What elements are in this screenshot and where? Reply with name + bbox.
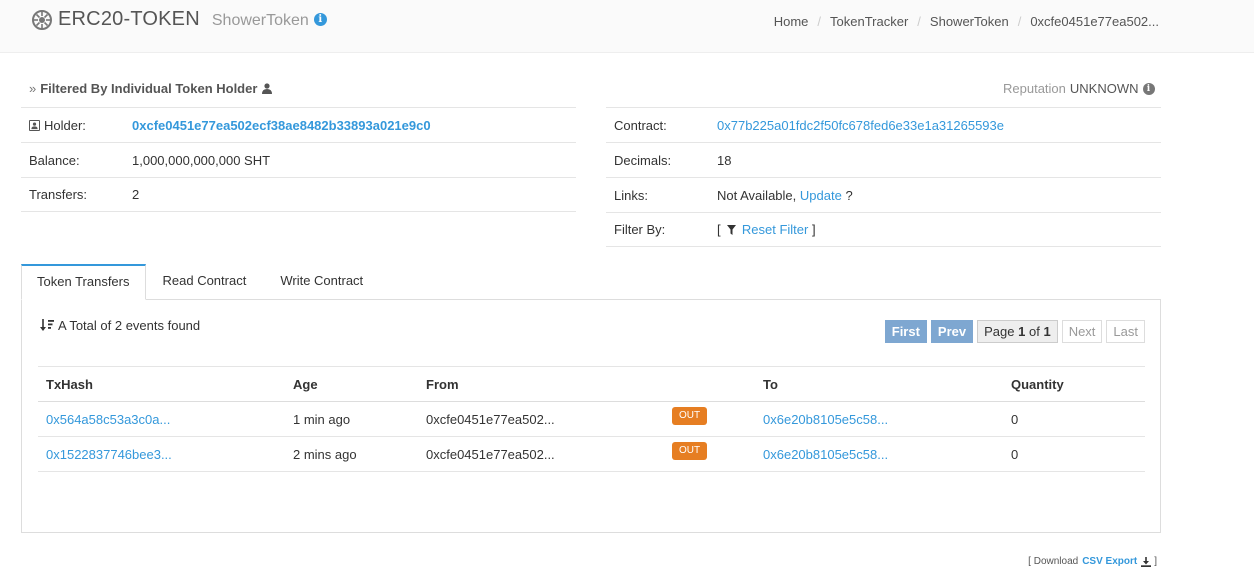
- balance-value: 1,000,000,000,000 SHT: [132, 152, 271, 168]
- top-header: ERC20-TOKEN ShowerToken i Home / TokenTr…: [0, 0, 1254, 53]
- balance-row: Balance: 1,000,000,000,000 SHT: [21, 142, 576, 177]
- prev-page-button[interactable]: Prev: [930, 320, 974, 343]
- direction-badge: OUT: [672, 406, 708, 425]
- token-brand: ERC20-TOKEN ShowerToken i: [32, 8, 327, 31]
- user-icon: [262, 83, 273, 94]
- column-header-to: To: [755, 366, 1003, 402]
- holder-address-link[interactable]: 0xcfe0451e77ea502ecf38ae8482b33893a021e9…: [132, 118, 431, 133]
- links-text: Not Available,: [717, 187, 797, 203]
- column-header-age: Age: [285, 366, 418, 402]
- direction-badge: OUT: [672, 441, 708, 460]
- last-page-button[interactable]: Last: [1106, 320, 1145, 343]
- update-link[interactable]: Update: [800, 188, 842, 203]
- events-count-text: A Total of 2 events found: [58, 318, 201, 333]
- current-page: 1: [1018, 324, 1026, 339]
- holder-row: Holder: 0xcfe0451e77ea502ecf38ae8482b338…: [21, 107, 576, 142]
- transfers-label: Transfers:: [29, 187, 88, 202]
- quantity-cell: 0: [1003, 401, 1145, 437]
- pagination: First Prev Page 1 of 1 Next Last: [884, 320, 1145, 343]
- bracket-close: ]: [811, 222, 816, 237]
- token-transfers-panel: A Total of 2 events found First Prev Pag…: [21, 299, 1161, 533]
- double-chevron-right-icon: »: [29, 81, 37, 96]
- decimals-row: Decimals: 18: [606, 142, 1161, 177]
- tab-bar: Token Transfers Read Contract Write Cont…: [21, 264, 380, 300]
- csv-suffix: ]: [1154, 556, 1157, 567]
- breadcrumb-separator: /: [917, 14, 921, 29]
- page-title: ERC20-TOKEN: [58, 8, 200, 30]
- holder-label: Holder:: [44, 117, 86, 133]
- txhash-link[interactable]: 0x1522837746bee3...: [46, 447, 172, 462]
- to-address-link[interactable]: 0x6e20b8105e5c58...: [763, 412, 888, 427]
- reputation-label: Reputation: [1003, 81, 1066, 96]
- decimals-label: Decimals:: [614, 152, 672, 168]
- filterby-row: Filter By: [ Reset Filter ]: [606, 212, 1161, 247]
- contract-row: Contract: 0x77b225a01fdc2f50fc678fed6e33…: [606, 107, 1161, 142]
- tab-write-contract[interactable]: Write Contract: [263, 264, 380, 300]
- token-name: ShowerToken: [211, 11, 309, 29]
- filter-icon: [727, 225, 737, 235]
- breadcrumb-tokentracker[interactable]: TokenTracker: [830, 14, 908, 29]
- to-address-link[interactable]: 0x6e20b8105e5c58...: [763, 447, 888, 462]
- age-cell: 1 min ago: [285, 401, 418, 437]
- table-row: 0x1522837746bee3... 2 mins ago 0xcfe0451…: [38, 436, 1145, 472]
- events-summary: A Total of 2 events found: [40, 318, 200, 333]
- filter-heading-text: Filtered By Individual Token Holder: [40, 81, 258, 96]
- address-card-icon: [29, 119, 40, 131]
- reset-filter-link[interactable]: Reset Filter: [742, 222, 808, 237]
- column-header-txhash: TxHash: [38, 366, 285, 402]
- breadcrumb-separator: /: [1017, 14, 1022, 29]
- transfers-value: 2: [132, 187, 140, 202]
- links-label: Links:: [614, 187, 648, 203]
- balance-label: Balance:: [29, 152, 80, 168]
- breadcrumb: Home / TokenTracker / ShowerToken / 0xcf…: [774, 14, 1159, 29]
- from-address: 0xcfe0451e77ea502...: [418, 401, 664, 437]
- from-address: 0xcfe0451e77ea502...: [418, 436, 664, 472]
- transfers-table: TxHash Age From To Quantity 0x564a58c53a…: [38, 366, 1145, 472]
- txhash-link[interactable]: 0x564a58c53a3c0a...: [46, 412, 170, 427]
- decimals-value: 18: [717, 152, 732, 168]
- next-page-button[interactable]: Next: [1061, 320, 1103, 343]
- info-icon[interactable]: i: [313, 13, 327, 26]
- transfers-row: Transfers: 2: [21, 177, 576, 212]
- reputation-value: UNKNOWN: [1069, 81, 1139, 96]
- contract-overview: Contract: 0x77b225a01fdc2f50fc678fed6e33…: [606, 107, 1161, 247]
- bracket-open: [: [717, 222, 721, 237]
- links-question: ?: [845, 187, 853, 203]
- column-header-from: From: [418, 366, 664, 402]
- contract-label: Contract:: [614, 117, 667, 133]
- table-row: 0x564a58c53a3c0a... 1 min ago 0xcfe0451e…: [38, 401, 1145, 437]
- csv-prefix: [ Download: [1028, 556, 1079, 567]
- download-icon: [1141, 556, 1152, 567]
- breadcrumb-home[interactable]: Home: [774, 14, 809, 29]
- holder-overview: Holder: 0xcfe0451e77ea502ecf38ae8482b338…: [21, 107, 576, 212]
- breadcrumb-separator: /: [817, 14, 822, 29]
- filter-heading: » Filtered By Individual Token Holder: [29, 81, 273, 96]
- table-header-row: TxHash Age From To Quantity: [38, 366, 1145, 402]
- reputation: Reputation UNKNOWN i: [1003, 81, 1155, 96]
- ethereum-logo-icon: [32, 9, 52, 30]
- quantity-cell: 0: [1003, 436, 1145, 472]
- links-row: Links: Not Available, Update ?: [606, 177, 1161, 212]
- total-pages: 1: [1043, 324, 1051, 339]
- tab-token-transfers[interactable]: Token Transfers: [21, 264, 146, 300]
- info-icon[interactable]: i: [1142, 82, 1155, 95]
- page-indicator: Page 1 of 1: [977, 320, 1058, 343]
- sort-amount-icon: [40, 319, 54, 331]
- tab-read-contract[interactable]: Read Contract: [146, 264, 264, 300]
- age-cell: 2 mins ago: [285, 436, 418, 472]
- csv-export-link[interactable]: CSV Export: [1082, 556, 1137, 567]
- filterby-label: Filter By:: [614, 222, 666, 237]
- contract-address-link[interactable]: 0x77b225a01fdc2f50fc678fed6e33e1a3126559…: [717, 118, 1004, 133]
- first-page-button[interactable]: First: [884, 320, 927, 343]
- breadcrumb-token[interactable]: ShowerToken: [930, 14, 1009, 29]
- column-header-quantity: Quantity: [1003, 366, 1145, 402]
- breadcrumb-address: 0xcfe0451e77ea502...: [1030, 14, 1159, 29]
- column-header-direction: [664, 366, 755, 402]
- csv-download: [ Download CSV Export ]: [1028, 556, 1157, 567]
